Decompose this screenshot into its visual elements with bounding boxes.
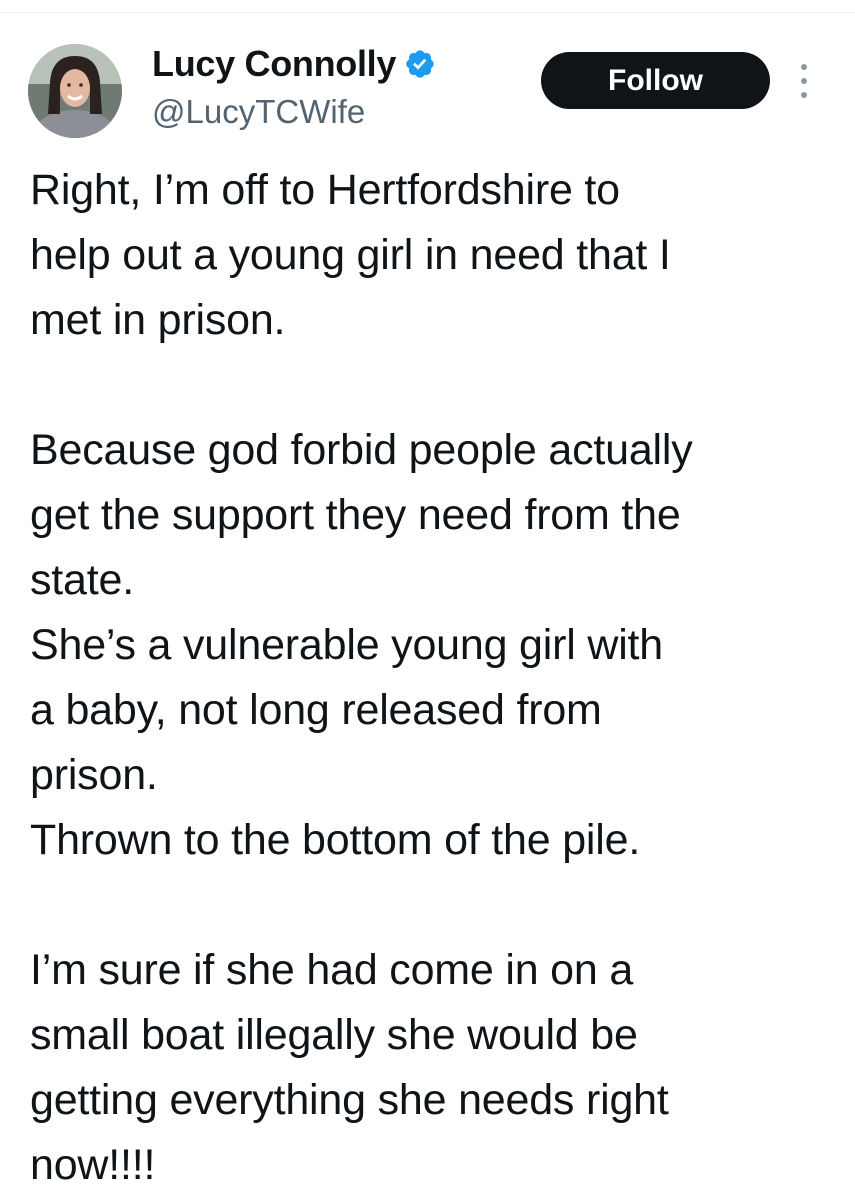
more-vertical-icon[interactable] — [790, 60, 818, 102]
tweet-line: met in prison. — [30, 296, 286, 344]
more-dot — [801, 78, 807, 84]
tweet-line: now!!!! — [30, 1141, 156, 1189]
avatar-photo — [28, 44, 122, 138]
name-row: Lucy Connolly — [152, 42, 436, 86]
tweet-line: She’s a vulnerable young girl with — [30, 621, 664, 669]
tweet-line: prison. — [30, 751, 158, 799]
tweet-line: a baby, not long released from — [30, 686, 602, 734]
display-name[interactable]: Lucy Connolly — [152, 42, 396, 86]
verified-badge-icon — [404, 48, 436, 80]
tweet-line: Because god forbid people actually — [30, 426, 693, 474]
tweet-line: state. — [30, 556, 134, 604]
more-dot — [801, 92, 807, 98]
follow-button[interactable]: Follow — [541, 52, 770, 109]
author-handle[interactable]: @LucyTCWife — [152, 92, 365, 132]
tweet-line: help out a young girl in need that I — [30, 231, 671, 279]
tweet-text: Right, I’m off to Hertfordshire to help … — [30, 158, 830, 1198]
tweet-line: get the support they need from the — [30, 491, 681, 539]
tweet-line: getting everything she needs right — [30, 1076, 669, 1124]
tweet-header: Lucy Connolly @LucyTCWife Follow — [0, 0, 855, 150]
tweet-line: Thrown to the bottom of the pile. — [30, 816, 641, 864]
tweet-line: Right, I’m off to Hertfordshire to — [30, 166, 620, 214]
more-dot — [801, 64, 807, 70]
avatar[interactable] — [28, 44, 122, 138]
tweet-line: I’m sure if she had come in on a — [30, 946, 634, 994]
tweet-line: small boat illegally she would be — [30, 1011, 638, 1059]
